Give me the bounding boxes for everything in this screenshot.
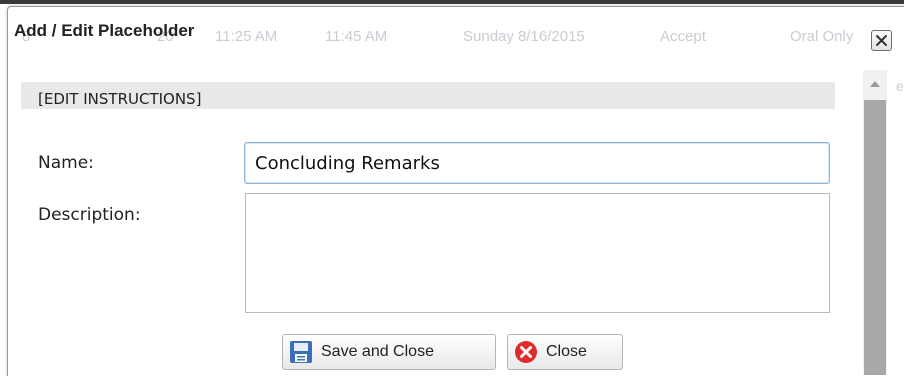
red-circle-x-icon bbox=[515, 341, 537, 363]
edit-placeholder-dialog bbox=[7, 6, 904, 376]
scrollbar-thumb[interactable] bbox=[864, 100, 886, 375]
name-label: Name: bbox=[38, 153, 94, 173]
scroll-up-arrow-icon bbox=[870, 81, 880, 87]
close-x-icon bbox=[876, 35, 887, 46]
close-x-button[interactable] bbox=[871, 30, 892, 51]
save-and-close-button[interactable]: Save and Close bbox=[282, 334, 496, 370]
close-button[interactable]: Close bbox=[507, 334, 623, 370]
scroll-up-button[interactable] bbox=[863, 70, 887, 98]
close-button-label: Close bbox=[546, 343, 587, 360]
save-and-close-label: Save and Close bbox=[321, 343, 434, 360]
name-input[interactable] bbox=[244, 142, 830, 184]
description-textarea[interactable] bbox=[245, 193, 830, 313]
description-label: Description: bbox=[38, 205, 141, 225]
floppy-disk-icon bbox=[290, 341, 312, 363]
dialog-title: Add / Edit Placeholder bbox=[14, 21, 195, 40]
page-top-edge bbox=[0, 0, 904, 4]
instructions-label: [EDIT INSTRUCTIONS] bbox=[38, 90, 202, 108]
